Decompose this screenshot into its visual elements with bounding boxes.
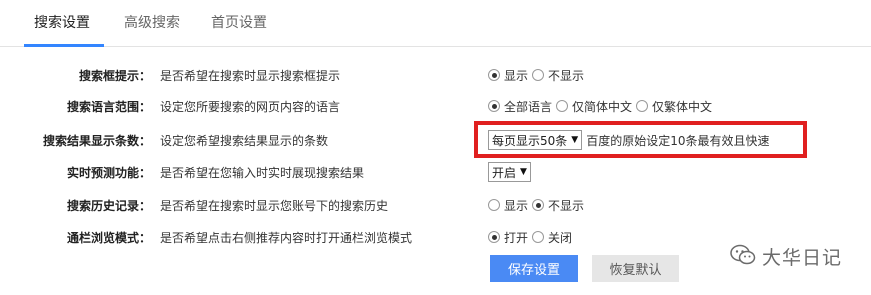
- tab-advanced-search[interactable]: 高级搜索: [124, 12, 180, 32]
- radio-button[interactable]: [488, 199, 500, 211]
- radio-hide-hint[interactable]: 不显示: [532, 67, 584, 84]
- setting-control: 全部语言 仅简体中文 仅繁体中文: [488, 96, 716, 116]
- radio-button[interactable]: [532, 69, 545, 81]
- radio-label: 不显示: [548, 198, 585, 213]
- radio-label: 不显示: [548, 68, 585, 83]
- setting-description: 设定您所要搜索的网页内容的语言: [160, 100, 341, 114]
- setting-description: 是否希望点击右侧推荐内容时打开通栏浏览模式: [160, 231, 413, 245]
- restore-defaults-button[interactable]: 恢复默认: [592, 255, 679, 282]
- save-settings-button[interactable]: 保存设置: [490, 255, 578, 282]
- highlight-box: [474, 121, 807, 158]
- watermark-text: 大华日记: [762, 247, 843, 269]
- tab-homepage-settings[interactable]: 首页设置: [211, 12, 267, 32]
- setting-control: 显示 不显示: [488, 65, 588, 85]
- setting-row-search-hint: 搜索框提示： 是否希望在搜索时显示搜索框提示 显示 不显示: [0, 65, 871, 85]
- setting-label: 搜索历史记录：: [66, 199, 151, 213]
- radio-label: 全部语言: [504, 99, 553, 114]
- radio-simplified-chinese[interactable]: 仅简体中文: [556, 98, 632, 115]
- setting-label: 通栏浏览模式：: [66, 231, 151, 245]
- radio-button[interactable]: [488, 100, 500, 112]
- radio-traditional-chinese[interactable]: 仅繁体中文: [636, 98, 712, 115]
- setting-control: 打开 关闭: [488, 227, 576, 247]
- radio-button[interactable]: [488, 231, 500, 243]
- setting-control: 开启 ▼: [488, 162, 531, 182]
- setting-label: 搜索框提示：: [78, 69, 151, 83]
- radio-show-hint[interactable]: 显示: [488, 67, 528, 84]
- radio-button[interactable]: [488, 69, 500, 81]
- wechat-icon: [730, 244, 756, 269]
- radio-button[interactable]: [636, 100, 649, 112]
- radio-button[interactable]: [532, 199, 545, 211]
- setting-control: 显示 不显示: [488, 195, 588, 215]
- radio-banner-on[interactable]: 打开: [488, 229, 528, 246]
- setting-description: 设定您希望搜索结果显示的条数: [160, 134, 329, 148]
- setting-description: 是否希望在搜索时显示您账号下的搜索历史: [160, 199, 389, 213]
- radio-button[interactable]: [556, 100, 569, 112]
- radio-banner-off[interactable]: 关闭: [532, 229, 572, 246]
- radio-label: 显示: [504, 68, 529, 83]
- radio-all-languages[interactable]: 全部语言: [488, 98, 552, 115]
- radio-button[interactable]: [532, 231, 545, 243]
- radio-label: 仅繁体中文: [652, 99, 713, 114]
- setting-row-search-history: 搜索历史记录： 是否希望在搜索时显示您账号下的搜索历史 显示 不显示: [0, 195, 871, 215]
- tab-search-settings[interactable]: 搜索设置: [34, 12, 90, 32]
- radio-hide-history[interactable]: 不显示: [532, 197, 584, 214]
- radio-show-history[interactable]: 显示: [488, 197, 528, 214]
- active-tab-indicator: [24, 44, 104, 47]
- setting-label: 搜索结果显示条数：: [42, 134, 151, 148]
- instant-prediction-select[interactable]: 开启 ▼: [488, 162, 531, 182]
- radio-label: 仅简体中文: [572, 99, 633, 114]
- radio-label: 显示: [504, 198, 529, 213]
- watermark: 大华日记: [730, 243, 842, 270]
- radio-label: 打开: [504, 230, 529, 245]
- setting-row-language: 搜索语言范围： 设定您所要搜索的网页内容的语言 全部语言 仅简体中文 仅繁体中文: [0, 96, 871, 116]
- setting-label: 搜索语言范围：: [66, 100, 151, 114]
- dropdown-arrow-icon: ▼: [520, 167, 527, 177]
- setting-row-instant-prediction: 实时预测功能： 是否希望在您输入时实时展现搜索结果 开启 ▼: [0, 162, 871, 182]
- setting-description: 是否希望在搜索时显示搜索框提示: [160, 69, 341, 83]
- select-value: 开启: [492, 165, 517, 180]
- setting-label: 实时预测功能：: [66, 166, 151, 180]
- settings-tab-bar: 搜索设置 高级搜索 首页设置: [0, 0, 871, 47]
- radio-label: 关闭: [548, 230, 573, 245]
- setting-description: 是否希望在您输入时实时展现搜索结果: [160, 166, 365, 180]
